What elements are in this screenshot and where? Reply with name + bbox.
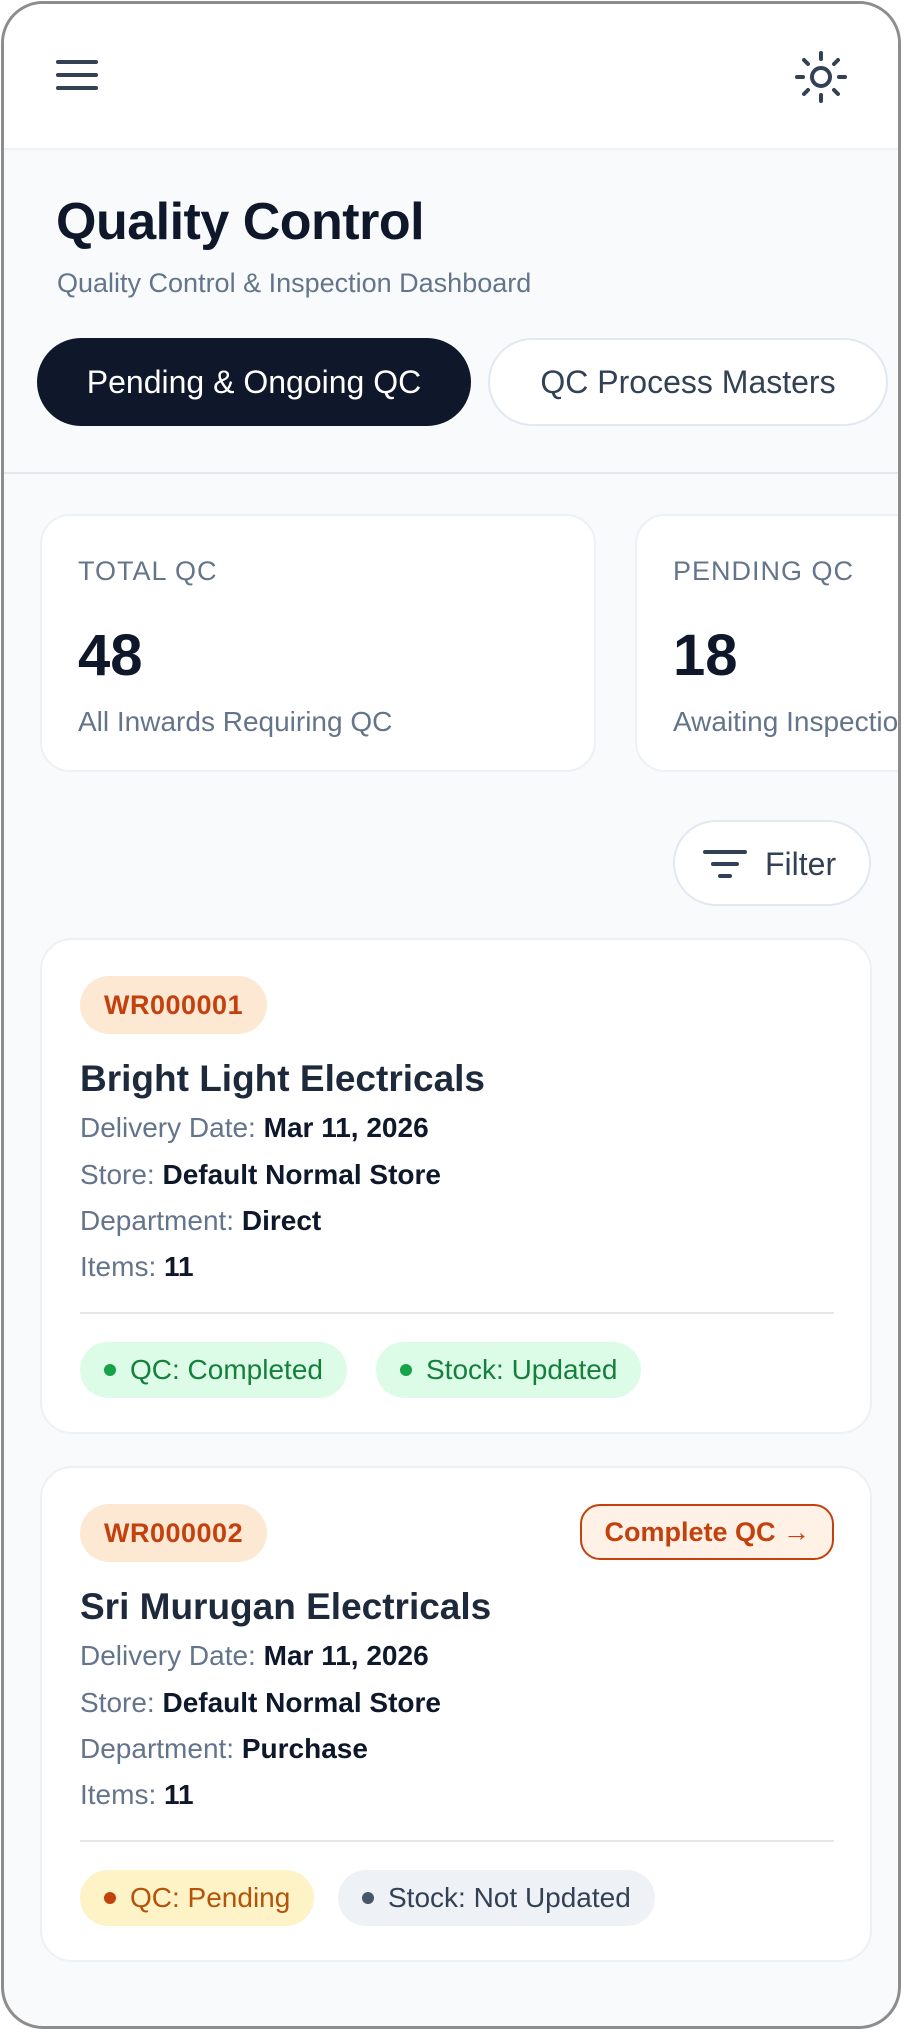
app-frame: Quality Control Quality Control & Inspec…	[1, 1, 901, 2029]
card-divider	[80, 1312, 834, 1314]
filter-button[interactable]: Filter	[673, 820, 871, 906]
stat-label: PENDING QC	[673, 556, 855, 586]
stat-description: Awaiting Inspection	[673, 706, 901, 737]
delivery-date-row: Delivery Date: Mar 11, 2026	[80, 1640, 429, 1671]
delivery-date-value: Mar 11, 2026	[263, 1640, 429, 1671]
record-card[interactable]: WR000001 Bright Light Electricals Delive…	[40, 938, 872, 1434]
delivery-date-row: Delivery Date: Mar 11, 2026	[80, 1112, 429, 1143]
vendor-name: Sri Murugan Electricals	[80, 1586, 492, 1627]
card-divider	[80, 1840, 834, 1842]
department-value: Purchase	[241, 1733, 368, 1764]
store-row: Store: Default Normal Store	[80, 1687, 441, 1718]
stat-description: All Inwards Requiring QC	[78, 706, 393, 737]
page-subtitle: Quality Control & Inspection Dashboard	[57, 268, 532, 298]
complete-qc-button[interactable]: Complete QC →	[580, 1504, 834, 1560]
status-dot-icon	[104, 1364, 116, 1376]
vendor-name: Bright Light Electricals	[80, 1058, 486, 1099]
tab-pending-ongoing-qc[interactable]: Pending & Ongoing QC	[37, 338, 471, 426]
stat-value: 18	[673, 623, 738, 688]
stock-status-badge: Stock: Updated	[376, 1342, 642, 1398]
filter-lines-icon	[703, 844, 747, 884]
tab-qc-process-masters[interactable]: QC Process Masters	[488, 338, 888, 426]
items-value: 11	[164, 1779, 194, 1810]
department-row: Department: Direct	[80, 1205, 322, 1236]
items-row: Items: 11	[80, 1779, 194, 1810]
hamburger-menu-icon[interactable]	[54, 56, 100, 96]
items-row: Items: 11	[80, 1251, 194, 1282]
top-app-bar	[4, 4, 898, 150]
status-dot-icon	[104, 1892, 116, 1904]
store-value: Default Normal Store	[162, 1687, 441, 1718]
record-card[interactable]: WR000002 Complete QC → Sri Murugan Elect…	[40, 1466, 872, 1962]
sun-icon[interactable]	[794, 50, 848, 104]
stock-status-badge: Stock: Not Updated	[338, 1870, 655, 1926]
stat-value: 48	[78, 623, 143, 688]
store-row: Store: Default Normal Store	[80, 1159, 441, 1190]
section-divider	[4, 472, 898, 474]
stat-card-pending-qc: PENDING QC 18 Awaiting Inspection	[635, 514, 901, 772]
department-row: Department: Purchase	[80, 1733, 368, 1764]
status-dot-icon	[400, 1364, 412, 1376]
page-title: Quality Control	[56, 193, 425, 251]
qc-status-badge: QC: Pending	[80, 1870, 315, 1926]
department-value: Direct	[241, 1205, 322, 1236]
qc-status-badge: QC: Completed	[80, 1342, 347, 1398]
delivery-date-value: Mar 11, 2026	[263, 1112, 429, 1143]
store-value: Default Normal Store	[162, 1159, 441, 1190]
items-value: 11	[164, 1251, 194, 1282]
filter-label: Filter	[765, 846, 837, 882]
record-id-badge: WR000002	[80, 1504, 268, 1562]
stat-card-total-qc: TOTAL QC 48 All Inwards Requiring QC	[40, 514, 596, 772]
record-id-badge: WR000001	[80, 976, 268, 1034]
status-dot-icon	[362, 1892, 374, 1904]
stat-label: TOTAL QC	[78, 556, 218, 586]
